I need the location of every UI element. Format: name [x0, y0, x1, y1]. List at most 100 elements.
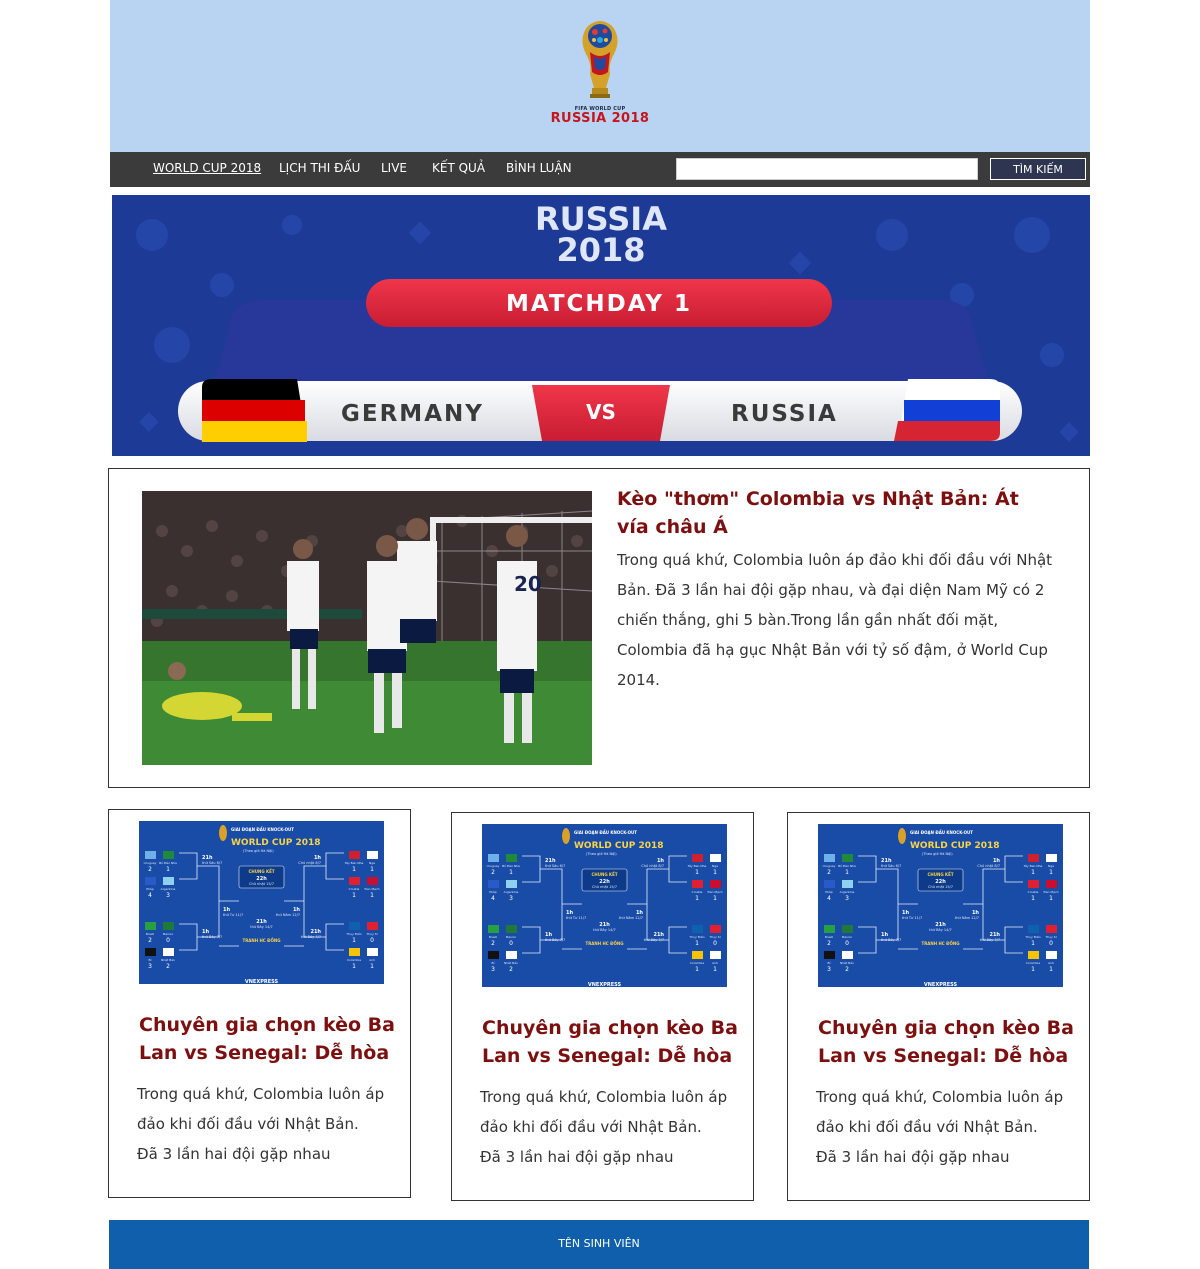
bracket-thumbnail[interactable]: GIAI ĐOẠN ĐẤU KNOCK-OUT WORLD CUP 2018 (Th… — [818, 824, 1063, 987]
team-name: Croatia — [1028, 890, 1039, 894]
team-name: Colombia — [1026, 961, 1040, 965]
team-score: 1 — [370, 866, 374, 873]
team-score: 4 — [491, 895, 495, 902]
card-title[interactable]: Chuyên gia chọn kèo Ba Lan vs Senegal: D… — [818, 1014, 1074, 1070]
team-name: Tây Ban Nha — [344, 861, 364, 865]
team-score: 1 — [1049, 895, 1053, 902]
team-score: 1 — [1031, 966, 1035, 973]
team-score: 3 — [491, 966, 495, 973]
card-excerpt-line: Đã 3 lần hai đội gặp nhau — [816, 1148, 1010, 1166]
third-label: TRANH HC ĐỒNG — [585, 941, 623, 946]
match-date: thứ Năm 12/7 — [276, 913, 300, 917]
flag-icon — [488, 854, 499, 862]
team-score: 1 — [1031, 895, 1035, 902]
card-excerpt-line: Đã 3 lần hai đội gặp nhau — [137, 1145, 331, 1163]
bracket-stage: GIAI ĐOẠN ĐẤU KNOCK-OUT — [910, 830, 973, 835]
team-name: Brazil — [146, 932, 155, 936]
match-date: Chủ nhật 8/7 — [298, 861, 321, 865]
mini-trophy-icon — [219, 825, 227, 841]
team-name: Colombia — [347, 958, 361, 962]
team-name: Thụy Điển — [688, 934, 704, 939]
bracket-subtitle: (Theo giờ Hà Nội) — [922, 852, 953, 856]
team-name: Pháp — [825, 890, 833, 894]
team-name: Nhật Bản — [504, 961, 518, 965]
team-score: 1 — [352, 937, 356, 944]
team-name: Uruguay — [823, 864, 836, 868]
team-name: Bồ Đào Nha — [502, 864, 520, 868]
team-score: 0 — [1049, 940, 1053, 947]
team-score: 4 — [827, 895, 831, 902]
match-date: thứ Bảy 7/7 — [301, 935, 321, 939]
flag-icon — [367, 877, 378, 885]
match-date: thứ Năm 12/7 — [955, 916, 979, 920]
team-name: Mexico — [506, 935, 517, 939]
team-name: Thụy Điển — [345, 931, 361, 936]
team-score: 2 — [509, 966, 513, 973]
search-button[interactable]: TÌM KIẾM — [990, 158, 1086, 180]
team-score: 1 — [713, 895, 717, 902]
flag-icon — [692, 880, 703, 888]
bracket-image: GIAI ĐOẠN ĐẤU KNOCK-OUT WORLD CUP 2018(Th… — [818, 824, 1063, 987]
team-score: 1 — [1049, 966, 1053, 973]
team-score: 1 — [845, 869, 849, 876]
team-score: 1 — [509, 869, 513, 876]
nav-item-schedule[interactable]: LỊCH THI ĐẤU — [279, 161, 360, 175]
article-card: GIAI ĐOẠN ĐẤU KNOCK-OUT WORLD CUP 2018 (Th… — [787, 812, 1090, 1201]
bracket-subtitle: (Theo giờ Hà Nội) — [586, 852, 617, 856]
bracket-stage: GIAI ĐOẠN ĐẤU KNOCK-OUT — [231, 827, 294, 832]
flag-icon — [842, 854, 853, 862]
team-name: Nhật Bản — [161, 958, 175, 962]
featured-title[interactable]: Kèo "thơm" Colombia vs Nhật Bản: Át vía … — [617, 485, 1057, 541]
flag-icon — [506, 925, 517, 933]
card-title[interactable]: Chuyên gia chọn kèo Ba Lan vs Senegal: D… — [482, 1014, 738, 1070]
world-cup-logo[interactable]: FIFA WORLD CUP RUSSIA 2018 — [538, 18, 662, 130]
mini-trophy-icon — [898, 828, 906, 844]
team-name: Bỉ — [492, 961, 495, 965]
bracket-thumbnail[interactable]: GIAI ĐOẠN ĐẤU KNOCK-OUT WORLD CUP 2018 (Th… — [482, 824, 727, 987]
nav-item-comments[interactable]: BÌNH LUẬN — [506, 161, 572, 175]
team-name: Mexico — [163, 932, 174, 936]
flag-icon — [367, 922, 378, 930]
team-score: 1 — [1049, 869, 1053, 876]
brand-label: VNEXPRESS — [924, 982, 958, 987]
bracket-subtitle: (Theo giờ Hà Nội) — [243, 849, 274, 853]
team-name: Argentina — [161, 887, 176, 891]
matchday-label: MATCHDAY 1 — [506, 291, 692, 317]
team-score: 0 — [370, 937, 374, 944]
flag-icon — [824, 880, 835, 888]
flag-icon — [710, 880, 721, 888]
team-score: 1 — [713, 966, 717, 973]
team-name: Bồ Đào Nha — [838, 864, 856, 868]
featured-photo[interactable]: 20 — [142, 491, 592, 765]
team-score: 3 — [845, 895, 849, 902]
team-name: Argentina — [504, 890, 519, 894]
card-excerpt-line: Đã 3 lần hai đội gặp nhau — [480, 1148, 674, 1166]
nav-item-world-cup-2018[interactable]: WORLD CUP 2018 — [153, 161, 261, 175]
banner-title-line2: 2018 — [556, 231, 645, 269]
flag-icon — [842, 880, 853, 888]
flag-icon — [367, 948, 378, 956]
team-score: 2 — [148, 937, 152, 944]
search-input[interactable] — [676, 158, 978, 180]
banner-graphic: RUSSIA 2018 MATCHDAY 1 GERMANY VS RUSSIA — [112, 195, 1090, 456]
nav-item-live[interactable]: LIVE — [381, 161, 407, 175]
flag-icon — [710, 854, 721, 862]
match-date: thứ Sáu 6/7 — [202, 861, 222, 865]
final-label: CHUNG KẾT — [927, 871, 953, 877]
nav-item-results[interactable]: KẾT QUẢ — [432, 161, 485, 175]
match-date: thứ Sáu 6/7 — [881, 864, 901, 868]
match-date: thứ Bảy 7/7 — [644, 938, 664, 942]
team-name: Bỉ — [149, 958, 152, 962]
match-banner[interactable]: RUSSIA 2018 MATCHDAY 1 GERMANY VS RUSSIA — [112, 195, 1090, 456]
team-name: Nga — [1048, 864, 1054, 868]
match-date: Chủ nhật 8/7 — [977, 864, 1000, 868]
team-score: 2 — [166, 963, 170, 970]
flag-icon — [506, 854, 517, 862]
bracket-thumbnail[interactable]: GIAI ĐOẠN ĐẤU KNOCK-OUT WORLD CUP 2018 (Th… — [139, 821, 384, 984]
team-name: Croatia — [692, 890, 703, 894]
team-right-name: RUSSIA — [731, 401, 838, 427]
article-card: GIAI ĐOẠN ĐẤU KNOCK-OUT WORLD CUP 2018 (Th… — [108, 809, 411, 1198]
flag-icon — [1028, 880, 1039, 888]
card-title[interactable]: Chuyên gia chọn kèo Ba Lan vs Senegal: D… — [139, 1011, 395, 1067]
team-name: Mexico — [842, 935, 853, 939]
